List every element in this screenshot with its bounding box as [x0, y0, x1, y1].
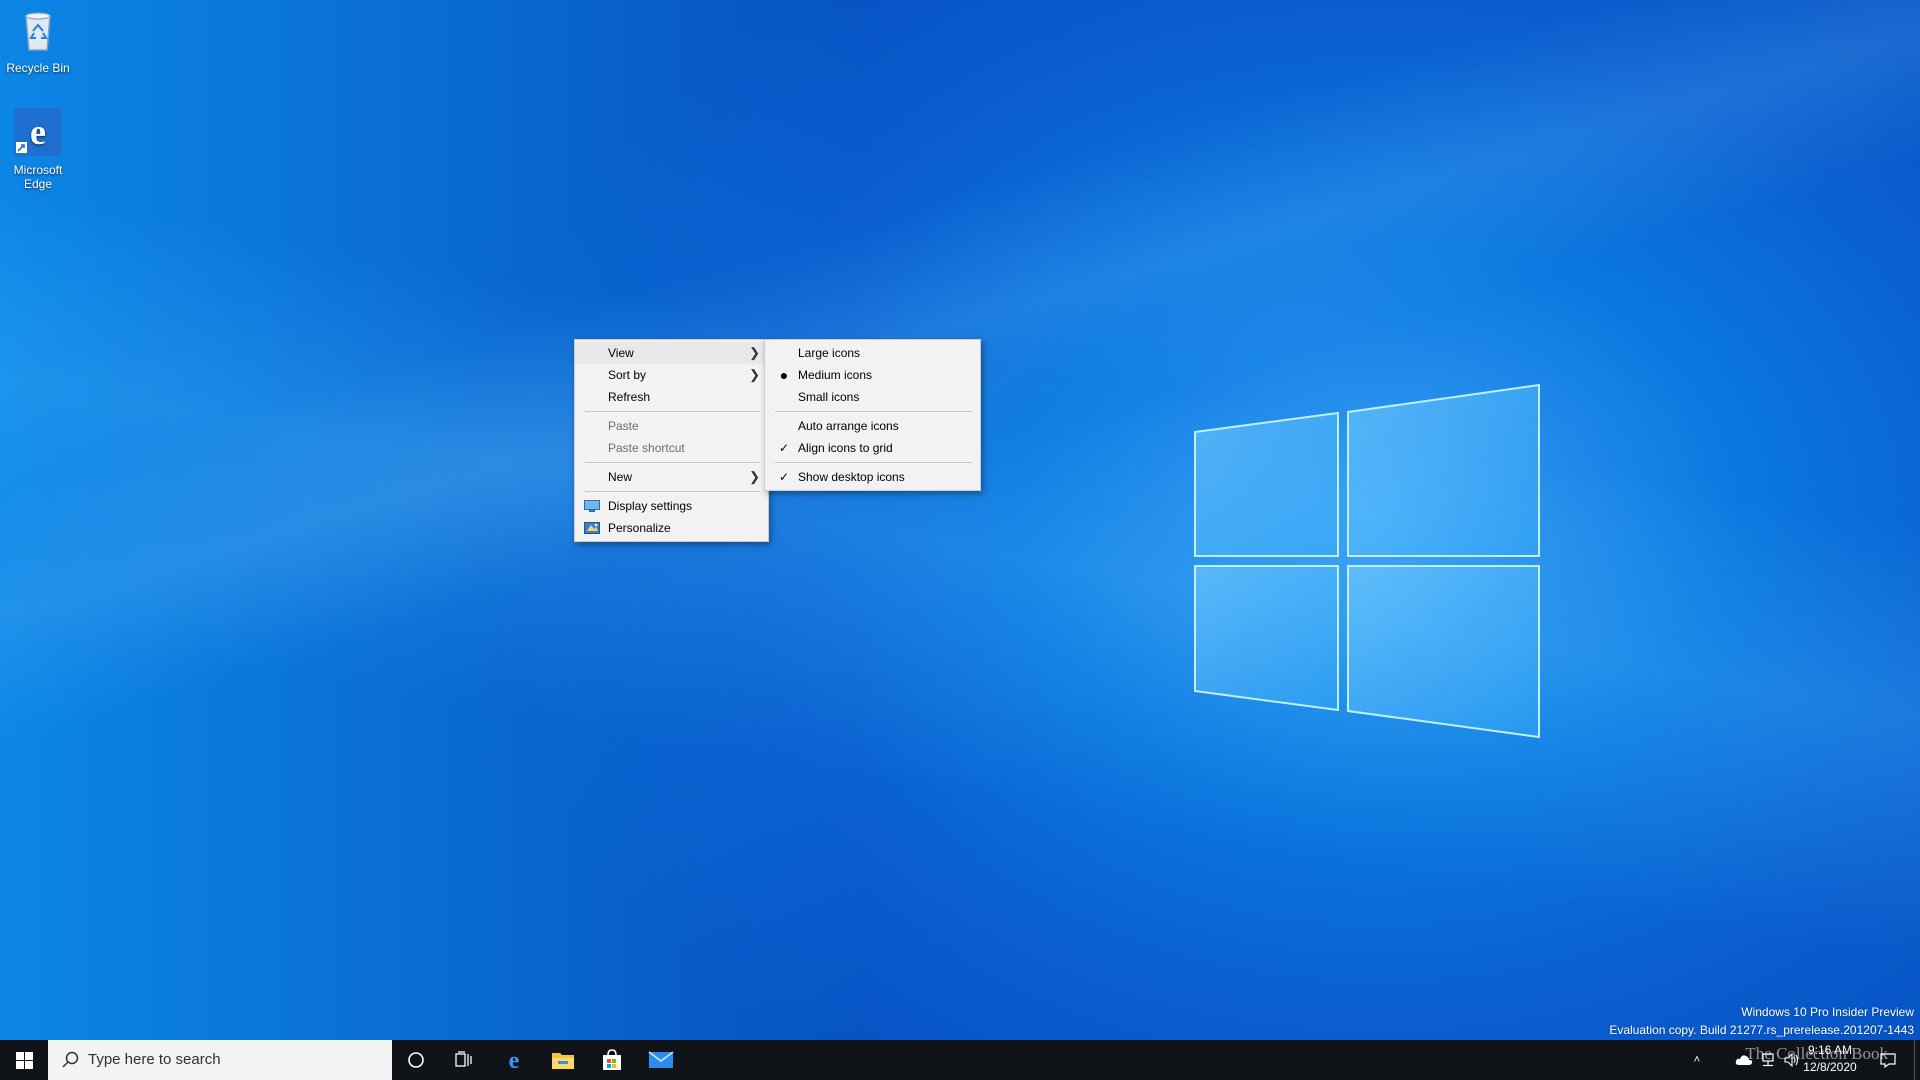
menu-item-label: Sort by — [608, 368, 647, 382]
menu-separator — [585, 491, 760, 492]
menu-item-paste: Paste — [575, 415, 768, 437]
chevron-up-icon: ˄ — [1693, 1054, 1701, 1066]
recycle-bin-icon — [25, 12, 51, 51]
taskbar-mail-button[interactable] — [637, 1040, 685, 1080]
tray-show-hidden-button[interactable]: ˄ — [1686, 1040, 1708, 1080]
menu-item-label: Align icons to grid — [798, 441, 893, 455]
menu-separator — [775, 411, 972, 412]
windows-start-icon — [15, 1051, 33, 1069]
menu-separator — [585, 411, 760, 412]
menu-item-label: Paste — [608, 419, 639, 433]
checkmark-icon: ✓ — [778, 470, 790, 484]
menu-separator — [775, 462, 972, 463]
chevron-right-icon: ❯ — [749, 469, 760, 484]
svg-text:e: e — [30, 112, 46, 152]
desktop-icon-recycle-bin[interactable]: Recycle Bin — [1, 6, 75, 75]
personalize-icon — [584, 522, 600, 534]
bullet-icon: ● — [779, 367, 789, 383]
menu-item-label: Refresh — [608, 390, 651, 404]
chevron-right-icon: ❯ — [749, 367, 760, 382]
menu-item-label: Display settings — [608, 499, 693, 513]
menu-item-small-icons[interactable]: Small icons — [765, 386, 980, 408]
menu-item-label: New — [608, 470, 633, 484]
menu-separator — [585, 462, 760, 463]
menu-item-medium-icons[interactable]: ● Medium icons — [765, 364, 980, 386]
build-watermark: Windows 10 Pro Insider Preview Evaluatio… — [1609, 1003, 1914, 1039]
cortana-icon — [408, 1052, 424, 1068]
svg-text:e: e — [509, 1048, 520, 1072]
view-submenu: Large icons ● Medium icons Small icons A… — [764, 339, 981, 491]
menu-item-auto-arrange-icons[interactable]: Auto arrange icons — [765, 415, 980, 437]
checkmark-icon: ✓ — [778, 441, 790, 455]
display-icon — [584, 500, 600, 512]
menu-item-label: Auto arrange icons — [798, 419, 899, 433]
taskbar: Type here to search e ˄ 9:16 AM 12/8/202… — [0, 1040, 1920, 1080]
windows-logo-wallpaper — [1194, 383, 1540, 739]
watermark-edition: Windows 10 Pro Insider Preview — [1741, 1005, 1914, 1019]
menu-item-label: Paste shortcut — [608, 441, 685, 455]
watermark-build: Evaluation copy. Build 21277.rs_prerelea… — [1609, 1023, 1914, 1037]
menu-item-sort-by[interactable]: Sort by ❯ — [575, 364, 768, 386]
mail-icon — [648, 1051, 674, 1068]
taskbar-search-box[interactable]: Type here to search — [48, 1040, 392, 1080]
menu-item-label: Large icons — [798, 346, 861, 360]
show-desktop-button[interactable] — [1914, 1040, 1920, 1080]
menu-item-refresh[interactable]: Refresh — [575, 386, 768, 408]
menu-item-label: View — [608, 346, 634, 360]
menu-item-large-icons[interactable]: Large icons — [765, 342, 980, 364]
menu-item-view[interactable]: View ❯ — [575, 342, 768, 364]
desktop-icon-label: Microsoft Edge — [13, 163, 63, 191]
search-placeholder: Type here to search — [88, 1051, 221, 1068]
menu-item-label: Show desktop icons — [798, 470, 905, 484]
taskbar-edge-button[interactable]: e — [490, 1040, 538, 1080]
file-explorer-icon — [552, 1053, 574, 1069]
brand-overlay: The Collection Book — [1745, 1044, 1888, 1063]
menu-item-personalize[interactable]: Personalize — [575, 517, 768, 539]
desktop-context-menu: View ❯ Sort by ❯ Refresh Paste Paste sho… — [574, 339, 769, 542]
taskbar-file-explorer-button[interactable] — [539, 1040, 587, 1080]
cortana-button[interactable] — [392, 1040, 440, 1080]
search-icon — [62, 1051, 79, 1068]
chevron-right-icon: ❯ — [749, 345, 760, 360]
menu-item-show-desktop-icons[interactable]: ✓ Show desktop icons — [765, 466, 980, 488]
store-icon — [603, 1049, 621, 1070]
menu-item-label: Medium icons — [798, 368, 873, 382]
menu-item-new[interactable]: New ❯ — [575, 466, 768, 488]
task-view-button[interactable] — [440, 1040, 488, 1080]
task-view-icon — [455, 1051, 472, 1067]
menu-item-label: Small icons — [798, 390, 860, 404]
start-button[interactable] — [0, 1040, 48, 1080]
menu-item-display-settings[interactable]: Display settings — [575, 495, 768, 517]
desktop-icon-label: Recycle Bin — [6, 61, 70, 75]
menu-item-align-icons-to-grid[interactable]: ✓ Align icons to grid — [765, 437, 980, 459]
menu-item-label: Personalize — [608, 521, 671, 535]
taskbar-store-button[interactable] — [588, 1040, 636, 1080]
desktop-icon-microsoft-edge[interactable]: e Microsoft Edge — [1, 108, 75, 191]
edge-icon: e — [509, 1048, 520, 1072]
menu-item-paste-shortcut: Paste shortcut — [575, 437, 768, 459]
wallpaper-light-beams — [0, 0, 1920, 1040]
edge-icon: e — [14, 108, 62, 156]
